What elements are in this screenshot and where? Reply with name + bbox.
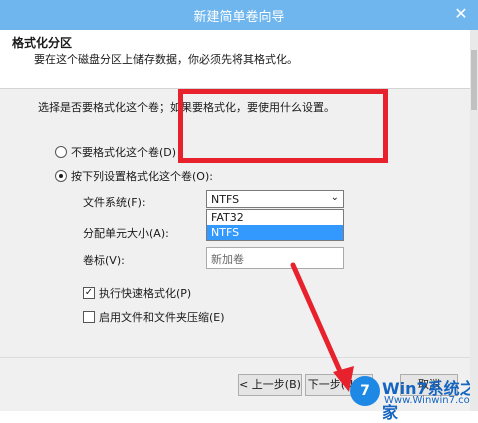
wizard-window: 新建简单卷向导 ✕ 格式化分区 要在这个磁盘分区上储存数据，你必须先将其格式化。… [0, 0, 478, 422]
vertical-scrollbar[interactable] [470, 30, 478, 411]
watermark: 7 Win7系统之家 Www.Winwin7.com [350, 374, 478, 422]
scrollbar-thumb[interactable] [471, 50, 477, 110]
watermark-url: Www.Winwin7.com [384, 395, 478, 406]
annotation-arrow [290, 262, 354, 392]
windows-logo-icon: 7 [350, 376, 380, 406]
